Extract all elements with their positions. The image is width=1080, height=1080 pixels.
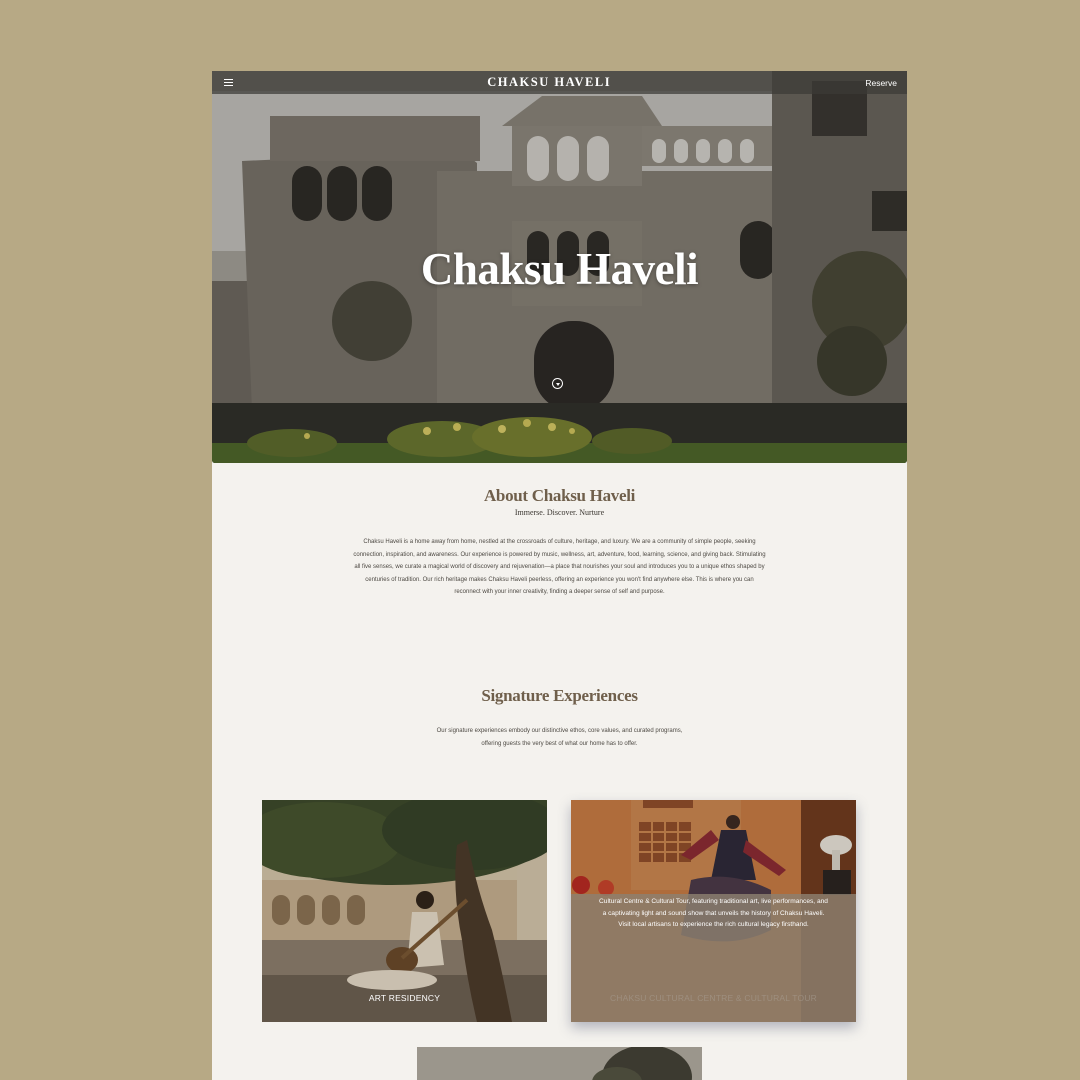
card-label-cultural-centre: CHAKSU CULTURAL CENTRE & CULTURAL TOUR [609, 993, 818, 1003]
about-heading: About Chaksu Haveli [483, 486, 636, 505]
experience-card-partial[interactable] [417, 1047, 702, 1080]
about-subtitle: Immerse. Discover. Nurture [514, 508, 605, 517]
experience-card-partial-image [417, 1047, 702, 1080]
experience-card-cultural-centre[interactable]: Cultural Centre & Cultural Tour, featuri… [571, 800, 856, 1022]
hero-section: CHAKSU HAVELI Reserve Chaksu Haveli [212, 71, 907, 463]
experience-card-art-residency[interactable]: ART RESIDENCY [262, 800, 547, 1022]
signature-body-text: Our signature experiences embody our dis… [436, 728, 683, 747]
hero-title: Chaksu Haveli [420, 244, 699, 294]
card-label-art-residency: ART RESIDENCY [368, 993, 441, 1003]
about-body-text: Chaksu Haveli is a home away from home, … [353, 539, 766, 596]
brand-logo[interactable]: CHAKSU HAVELI [487, 75, 611, 90]
art-residency-image [262, 800, 547, 1022]
reserve-link[interactable]: Reserve [865, 78, 897, 88]
hamburger-menu-icon[interactable] [224, 78, 233, 87]
card-description-cultural-centre: Cultural Centre & Cultural Tour, featuri… [599, 898, 828, 928]
web-page: CHAKSU HAVELI Reserve Chaksu Haveli Abou… [212, 71, 907, 1080]
chevron-down-circle-icon[interactable] [552, 378, 563, 389]
signature-heading: Signature Experiences [481, 686, 638, 705]
top-navbar: CHAKSU HAVELI Reserve [212, 71, 907, 94]
